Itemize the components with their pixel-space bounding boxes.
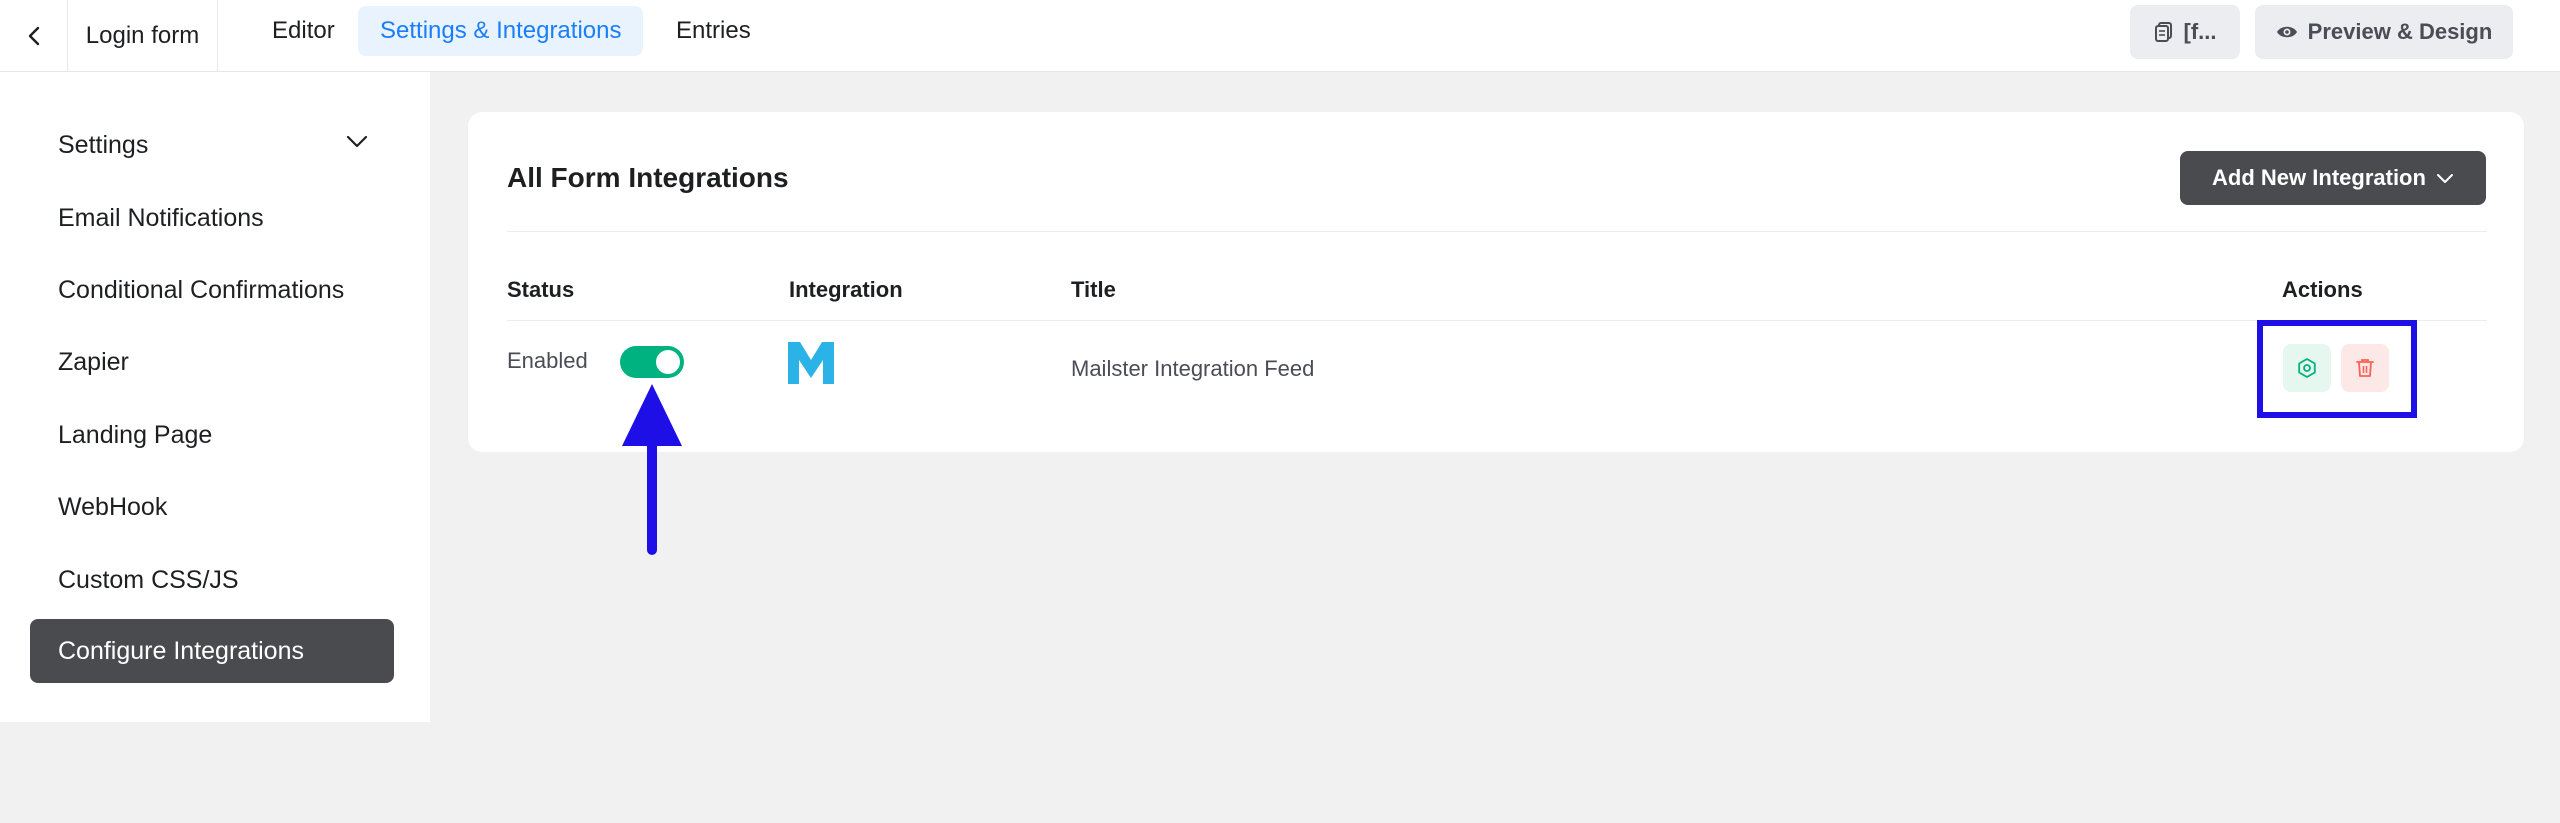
top-bar: Login form Editor Settings & Integration… — [0, 0, 2560, 72]
add-new-integration-button[interactable]: Add New Integration — [2180, 151, 2486, 205]
chevron-down-icon — [346, 135, 368, 148]
annotation-arrow-icon — [622, 384, 682, 555]
sidebar-item-zapier[interactable]: Zapier — [30, 330, 394, 394]
sidebar-item-email-notifications[interactable]: Email Notifications — [30, 186, 394, 250]
column-header-status: Status — [507, 277, 575, 302]
mailster-logo-icon — [788, 342, 834, 384]
sidebar-item-label: Custom CSS/JS — [58, 565, 239, 594]
sidebar-item-configure-integrations[interactable]: Configure Integrations — [30, 619, 394, 683]
chevron-left-icon — [28, 26, 39, 46]
column-header-actions: Actions — [2282, 277, 2363, 302]
annotation-highlight-box — [2257, 320, 2417, 418]
sidebar-item-label: Settings — [58, 130, 149, 159]
sidebar-item-webhook[interactable]: WebHook — [30, 475, 394, 539]
sidebar-item-label: Conditional Confirmations — [58, 275, 345, 304]
status-toggle[interactable] — [620, 346, 684, 378]
settings-sidebar: Settings Email Notifications Conditional… — [0, 72, 430, 722]
tab-settings-integrations[interactable]: Settings & Integrations — [358, 6, 644, 56]
eye-icon — [2276, 26, 2297, 38]
sidebar-item-landing-page[interactable]: Landing Page — [30, 403, 394, 467]
preview-design-label: Preview & Design — [2307, 19, 2493, 44]
sidebar-item-label: Configure Integrations — [58, 636, 304, 665]
integration-title: Mailster Integration Feed — [1071, 356, 1315, 381]
sidebar-item-conditional-confirmations[interactable]: Conditional Confirmations — [30, 258, 394, 322]
add-new-integration-label: Add New Integration — [2212, 165, 2426, 190]
page-title: All Form Integrations — [507, 162, 789, 193]
divider — [507, 320, 2487, 321]
column-header-integration: Integration — [789, 277, 903, 302]
back-button[interactable] — [0, 0, 68, 72]
sidebar-item-label: WebHook — [58, 492, 168, 521]
preview-design-button[interactable]: Preview & Design — [2255, 5, 2513, 59]
sidebar-item-settings[interactable]: Settings — [30, 113, 394, 177]
sidebar-item-custom-css-js[interactable]: Custom CSS/JS — [30, 548, 394, 612]
column-header-title: Title — [1071, 277, 1116, 302]
tab-editor[interactable]: Editor — [250, 6, 357, 56]
status-text: Enabled — [507, 348, 588, 373]
chevron-down-icon — [2436, 173, 2453, 183]
form-name: Login form — [68, 0, 218, 72]
divider — [507, 231, 2487, 232]
tab-entries[interactable]: Entries — [654, 6, 773, 56]
page-background — [0, 722, 2560, 823]
integrations-card: All Form Integrations Add New Integratio… — [468, 112, 2524, 452]
toggle-knob — [656, 350, 680, 374]
copy-icon — [2154, 22, 2172, 42]
sidebar-item-label: Email Notifications — [58, 203, 264, 232]
sidebar-item-label: Landing Page — [58, 420, 213, 449]
shortcode-button[interactable]: [f... — [2130, 5, 2240, 59]
shortcode-label: [f... — [2183, 19, 2217, 44]
sidebar-item-label: Zapier — [58, 347, 129, 376]
